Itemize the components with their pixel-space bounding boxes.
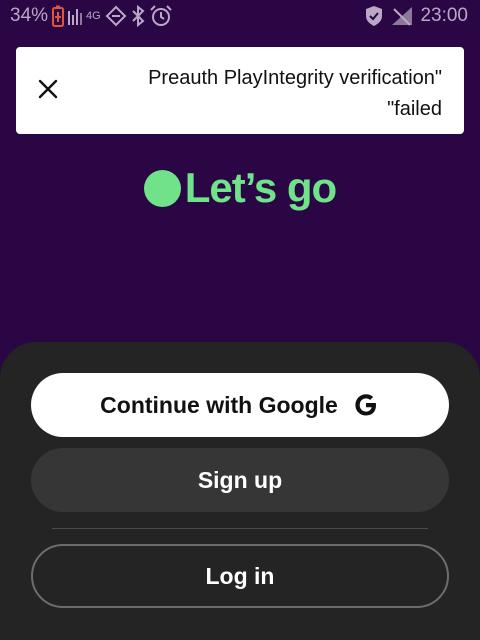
sign-up-label: Sign up: [197, 466, 283, 493]
logo-text: Let’s go: [184, 164, 337, 211]
network-type: 4G: [86, 10, 101, 22]
google-g-icon: [352, 391, 380, 419]
clock: 23:00: [420, 5, 468, 26]
battery-percent: 34%: [10, 5, 49, 26]
sign-up-button[interactable]: Sign up: [31, 448, 449, 512]
auth-sheet: Continue with Google Sign up Log in: [0, 342, 480, 640]
status-right: 23:00: [364, 0, 468, 32]
log-in-button[interactable]: Log in: [31, 544, 449, 608]
data-saver-icon: [105, 5, 127, 27]
log-in-label: Log in: [205, 562, 275, 589]
logo: Let’s go: [0, 162, 480, 214]
status-bar: 34% 4G 23:00: [0, 0, 480, 32]
screen: 34% 4G 23:00 Preauth PlayIntegrity verif…: [0, 0, 480, 640]
close-icon[interactable]: [34, 75, 62, 103]
wifi-off-icon: [390, 5, 414, 27]
bluetooth-icon: [131, 5, 145, 27]
battery-charging-icon: [52, 5, 65, 27]
continue-with-google-button[interactable]: Continue with Google: [31, 373, 449, 437]
vpn-shield-icon: [364, 5, 384, 27]
continue-with-google-label: Continue with Google: [100, 391, 338, 418]
divider: [52, 528, 428, 529]
logo-dot-icon: [143, 169, 181, 207]
toast-message: Preauth PlayIntegrity verification" "fai…: [82, 63, 442, 125]
status-left: 34% 4G: [10, 0, 173, 32]
error-toast: Preauth PlayIntegrity verification" "fai…: [16, 47, 464, 134]
toast-message-text: Preauth PlayIntegrity verification" "fai…: [148, 67, 442, 120]
alarm-icon: [149, 5, 173, 27]
